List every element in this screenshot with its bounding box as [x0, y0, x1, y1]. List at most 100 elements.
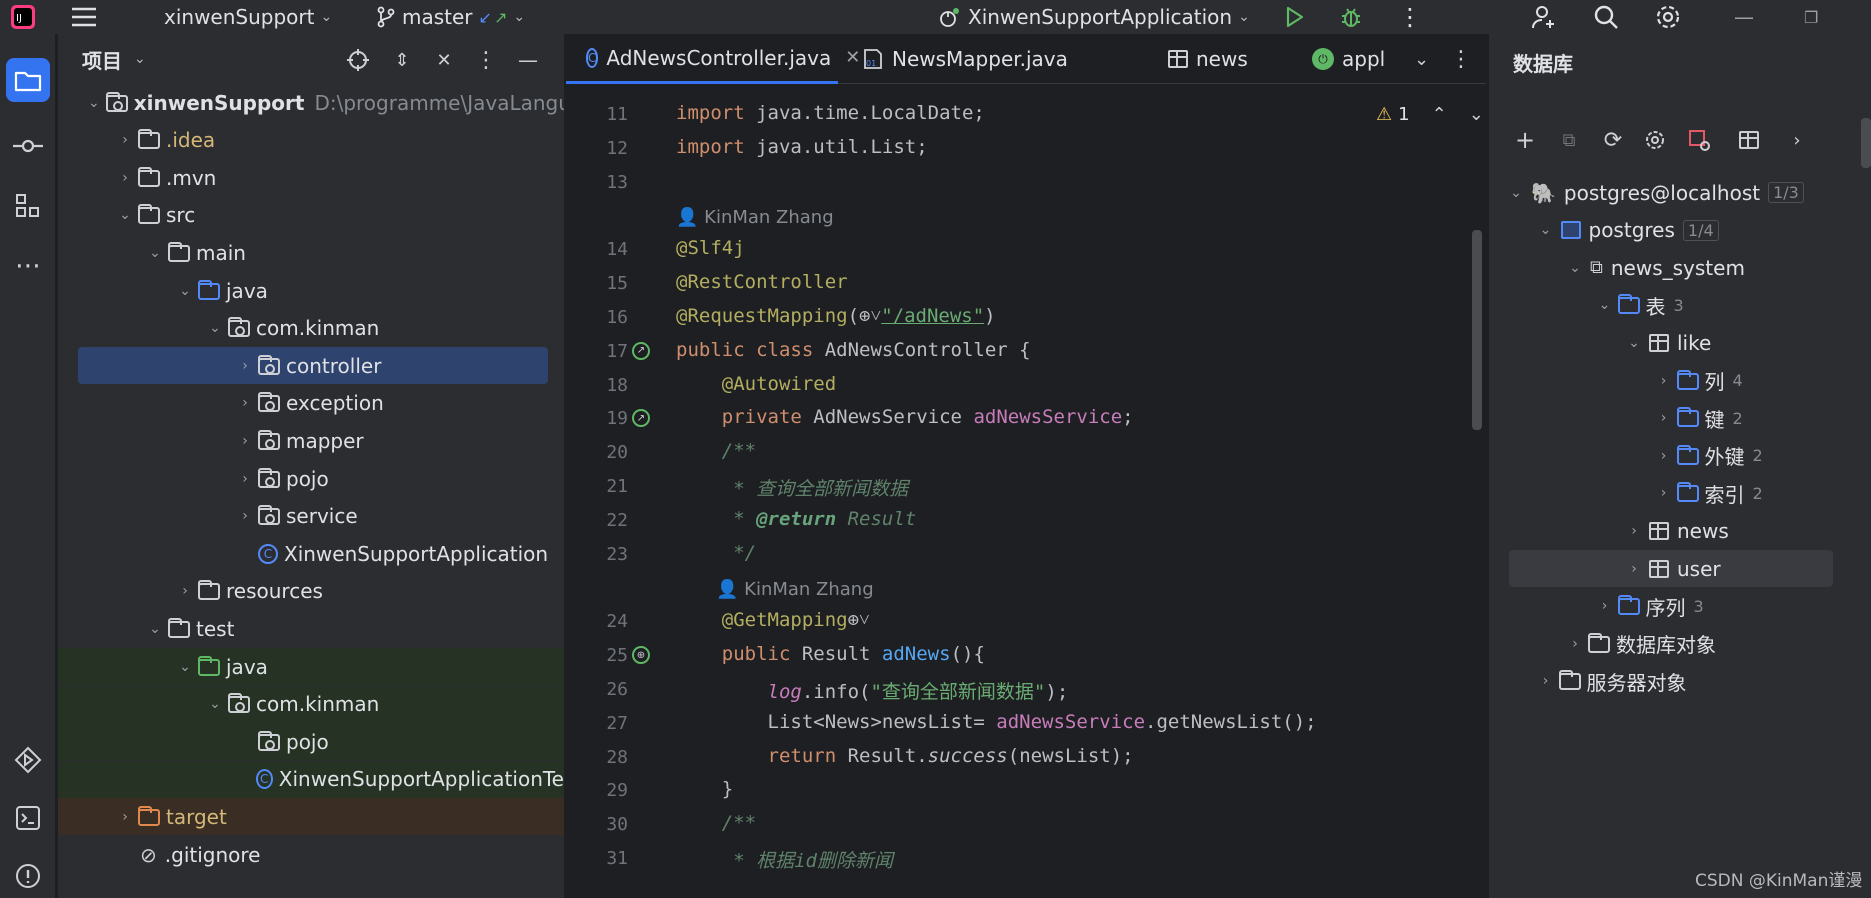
code-author-inlay[interactable]: 👤 KinMan Zhang [676, 207, 834, 228]
search-icon[interactable] [1592, 0, 1620, 34]
project-tree-item[interactable]: ⌄ com.kinman [58, 310, 564, 347]
next-highlight-icon[interactable]: ⌄ [1469, 104, 1484, 125]
project-tree-item[interactable]: › resources [58, 573, 564, 610]
project-tree-item[interactable]: C XinwenSupportApplicationTe [58, 760, 564, 798]
previous-highlight-icon[interactable]: ⌃ [1432, 104, 1447, 125]
tab-news-table[interactable]: news [1168, 34, 1248, 84]
database-tree-item[interactable]: › 服务器对象 [1489, 663, 1859, 700]
chevron-right-icon[interactable]: › [238, 395, 252, 411]
chevron-right-icon[interactable]: › [1627, 561, 1641, 577]
code-line[interactable]: /** [676, 812, 756, 834]
problems-tool-button[interactable] [6, 854, 50, 898]
project-tree-item[interactable]: › exception [58, 385, 564, 422]
chevron-right-icon[interactable]: › [1657, 448, 1671, 464]
project-tree-item[interactable]: C XinwenSupportApplication [58, 535, 564, 572]
disconnect-icon[interactable] [1685, 126, 1713, 154]
code-line[interactable]: List<News>newsList= adNewsService.getNew… [676, 711, 1317, 733]
code-line[interactable]: private AdNewsService adNewsService; [676, 406, 1134, 428]
code-line[interactable]: @RestController [676, 271, 848, 293]
app-logo-icon[interactable]: IJ [10, 0, 36, 34]
main-menu-icon[interactable] [70, 0, 98, 34]
chevron-down-icon[interactable]: ⌄ [1598, 297, 1612, 313]
chevron-right-icon[interactable]: › [118, 132, 132, 148]
code-line[interactable]: return Result.success(newsList); [676, 745, 1134, 767]
editor-scrollbar[interactable] [1472, 230, 1482, 430]
chevron-right-icon[interactable]: › [238, 471, 252, 487]
project-selector[interactable]: xinwenSupport ⌄ [164, 0, 332, 34]
project-tree-item[interactable]: ⊘ .gitignore [58, 836, 564, 873]
database-tree-item[interactable]: › 外键 2 [1489, 437, 1859, 474]
database-tree-item[interactable]: ⌄ postgres 1/4 [1489, 212, 1859, 249]
project-tree-item[interactable]: ⌄ src [58, 197, 564, 234]
minimize-window-icon[interactable]: — [1734, 0, 1754, 34]
code-line[interactable]: @RequestMapping(⊕˅"/adNews") [676, 305, 996, 328]
spring-bean-gutter-icon[interactable]: ↗ [632, 409, 650, 428]
database-tree-item[interactable]: › 序列 3 [1489, 588, 1859, 625]
database-tree-item[interactable]: › 数据库对象 [1489, 625, 1859, 662]
chevron-down-icon[interactable]: ⌄ [148, 621, 162, 637]
restore-window-icon[interactable]: ❐ [1804, 0, 1818, 34]
project-tree-item[interactable]: › .mvn [58, 159, 564, 196]
database-tree-item[interactable]: ⌄ like [1489, 324, 1859, 361]
database-tree-item[interactable]: › 索引 2 [1489, 475, 1859, 512]
project-tree-item[interactable]: ⌄ test [58, 610, 564, 647]
expand-all-icon[interactable]: ⇕ [388, 46, 416, 74]
terminal-tool-button[interactable] [6, 796, 50, 840]
chevron-right-icon[interactable]: › [1657, 410, 1671, 426]
select-opened-file-icon[interactable] [344, 46, 372, 74]
code-line[interactable]: @Slf4j [676, 237, 745, 259]
chevron-down-icon[interactable]: ⌄ [1568, 260, 1582, 276]
tab-adnewscontroller[interactable]: C AdNewsController.java ✕ [566, 34, 860, 84]
project-tree-item[interactable]: › .idea [58, 122, 564, 159]
project-tree-item[interactable]: ⌄ java [58, 648, 564, 685]
chevron-right-icon[interactable]: › [238, 358, 252, 374]
chevron-right-icon[interactable]: › [238, 433, 252, 449]
chevron-right-icon[interactable]: › [238, 508, 252, 524]
chevron-right-icon[interactable]: › [1598, 598, 1612, 614]
project-tree-item[interactable]: › controller [78, 347, 548, 385]
project-tree-item[interactable]: › pojo [58, 460, 564, 497]
close-tab-icon[interactable]: ✕ [845, 47, 860, 68]
code-line[interactable]: } [676, 778, 733, 800]
datasource-settings-icon[interactable] [1641, 126, 1669, 154]
database-tree-item[interactable]: › news [1489, 512, 1859, 549]
project-tree-item[interactable]: ⌄ java [58, 272, 564, 309]
branch-selector[interactable]: master ↙ ↗ ⌄ [376, 0, 525, 34]
code-line[interactable]: /** [676, 440, 756, 462]
services-tool-button[interactable] [6, 738, 50, 782]
code-author-inlay[interactable]: 👤 KinMan Zhang [716, 579, 874, 600]
database-tree-item[interactable]: › 列 4 [1489, 362, 1859, 399]
chevron-right-icon[interactable]: › [1568, 636, 1582, 652]
chevron-right-icon[interactable]: › [1539, 673, 1553, 689]
options-icon[interactable]: ⋮ [472, 46, 500, 74]
add-user-icon[interactable] [1530, 0, 1558, 34]
chevron-right-icon[interactable]: › [1627, 523, 1641, 539]
chevron-down-icon[interactable]: ⌄ [178, 283, 192, 299]
chevron-right-icon[interactable]: › [1657, 485, 1671, 501]
code-line[interactable]: public class AdNewsController { [676, 339, 1031, 361]
chevron-down-icon[interactable]: ⌄ [1627, 335, 1641, 351]
hide-panel-icon[interactable]: — [514, 46, 542, 74]
database-tree-item[interactable]: ⌄ ⧉ news_system [1489, 249, 1859, 286]
code-line[interactable]: @GetMapping⊕˅ [676, 609, 870, 632]
more-tools-icon[interactable]: ⋯ [6, 244, 50, 288]
chevron-right-icon[interactable]: › [118, 809, 132, 825]
project-panel-title[interactable]: 项目 [82, 45, 122, 74]
tab-application-config[interactable]: ⏻ appl [1312, 34, 1410, 84]
database-tree-item[interactable]: › 键 2 [1489, 400, 1859, 437]
chevron-down-icon[interactable]: ⌄ [208, 696, 222, 712]
add-datasource-icon[interactable]: + [1511, 126, 1539, 154]
database-tree-item[interactable]: › user [1509, 550, 1833, 587]
run-config-selector[interactable]: XinwenSupportApplication ⌄ [936, 0, 1250, 34]
code-line[interactable]: log.info("查询全部新闻数据"); [676, 677, 1069, 704]
code-line[interactable]: * 查询全部新闻数据 [676, 474, 908, 501]
table-view-icon[interactable] [1735, 126, 1763, 154]
code-line[interactable]: * 根据id删除新闻 [676, 846, 893, 873]
chevron-down-icon[interactable]: ⌄ [148, 245, 162, 261]
project-tree-item[interactable]: pojo [58, 723, 564, 761]
debug-button[interactable] [1338, 0, 1364, 34]
code-line[interactable]: */ [676, 542, 756, 564]
run-button[interactable] [1282, 0, 1306, 34]
chevron-right-icon[interactable]: › [1783, 126, 1811, 154]
chevron-right-icon[interactable]: › [178, 583, 192, 599]
